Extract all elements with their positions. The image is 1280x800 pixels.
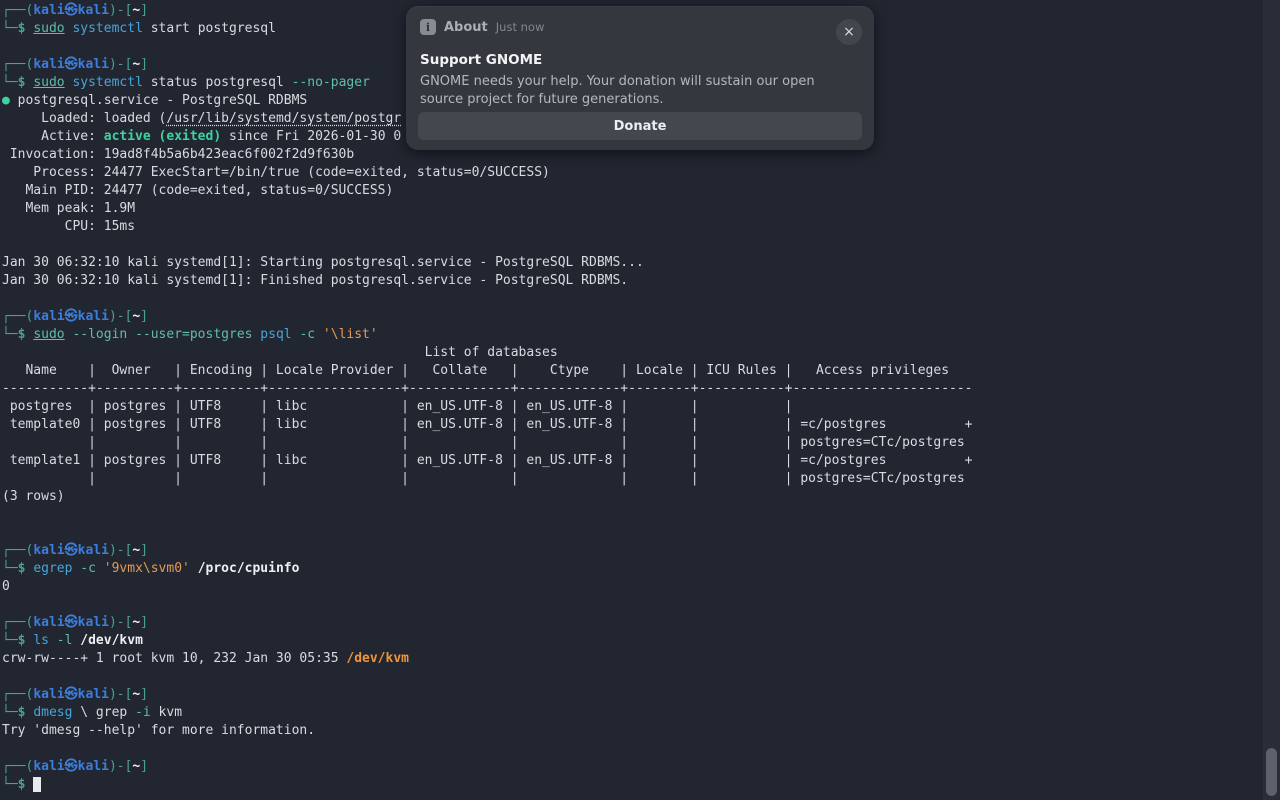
terminal-line: ┌──(kali㉿kali)-[~] [2, 614, 1263, 632]
terminal-line: └─$ ls -l /dev/kvm [2, 632, 1263, 650]
terminal-line [2, 596, 1263, 614]
kali-terminal-screen: ┌──(kali㉿kali)-[~]└─$ sudo systemctl sta… [0, 0, 1280, 800]
terminal-line: template0 | postgres | UTF8 | libc | en_… [2, 416, 1263, 434]
terminal-line: Mem peak: 1.9M [2, 200, 1263, 218]
terminal-line: Name | Owner | Encoding | Locale Provide… [2, 362, 1263, 380]
terminal-line: Main PID: 24477 (code=exited, status=0/S… [2, 182, 1263, 200]
terminal-line: Process: 24477 ExecStart=/bin/true (code… [2, 164, 1263, 182]
notification-title: Support GNOME [420, 52, 542, 68]
terminal-line: ┌──(kali㉿kali)-[~] [2, 542, 1263, 560]
info-icon: i [420, 19, 436, 35]
close-icon[interactable]: × [836, 19, 862, 45]
terminal-line: postgres | postgres | UTF8 | libc | en_U… [2, 398, 1263, 416]
terminal-line [2, 668, 1263, 686]
terminal-line [2, 506, 1263, 524]
scrollbar[interactable] [1263, 0, 1280, 800]
terminal-line [2, 740, 1263, 758]
terminal-line: Jan 30 06:32:10 kali systemd[1]: Startin… [2, 254, 1263, 272]
terminal-line: ┌──(kali㉿kali)-[~] [2, 308, 1263, 326]
terminal-line: Jan 30 06:32:10 kali systemd[1]: Finishe… [2, 272, 1263, 290]
terminal-line: CPU: 15ms [2, 218, 1263, 236]
terminal-line: | | | | | | | | postgres=CTc/postgres [2, 470, 1263, 488]
terminal-line: (3 rows) [2, 488, 1263, 506]
terminal-line: └─$ egrep -c '9vmx\svm0' /proc/cpuinfo [2, 560, 1263, 578]
terminal-line: crw-rw----+ 1 root kvm 10, 232 Jan 30 05… [2, 650, 1263, 668]
donate-button[interactable]: Donate [418, 112, 862, 140]
terminal-line: | | | | | | | | postgres=CTc/postgres [2, 434, 1263, 452]
terminal-line: ┌──(kali㉿kali)-[~] [2, 686, 1263, 704]
terminal-line: └─$ [2, 776, 1263, 794]
terminal-line: ┌──(kali㉿kali)-[~] [2, 758, 1263, 776]
terminal-line [2, 524, 1263, 542]
scrollbar-thumb[interactable] [1266, 748, 1277, 796]
notification-body: GNOME needs your help. Your donation wil… [420, 73, 852, 109]
terminal-cursor [33, 777, 41, 792]
notification-header: i About Just now [420, 19, 826, 35]
terminal-line: Try 'dmesg --help' for more information. [2, 722, 1263, 740]
notification-app-name: About [444, 20, 488, 35]
terminal-line: └─$ sudo --login --user=postgres psql -c… [2, 326, 1263, 344]
terminal-line [2, 290, 1263, 308]
terminal-line: List of databases [2, 344, 1263, 362]
terminal-line: template1 | postgres | UTF8 | libc | en_… [2, 452, 1263, 470]
terminal-line: └─$ dmesg \ grep -i kvm [2, 704, 1263, 722]
terminal-line [2, 236, 1263, 254]
notification-timestamp: Just now [496, 20, 545, 34]
terminal-line: 0 [2, 578, 1263, 596]
terminal-line: -----------+----------+----------+------… [2, 380, 1263, 398]
notification-popup: i About Just now × Support GNOME GNOME n… [406, 6, 874, 150]
